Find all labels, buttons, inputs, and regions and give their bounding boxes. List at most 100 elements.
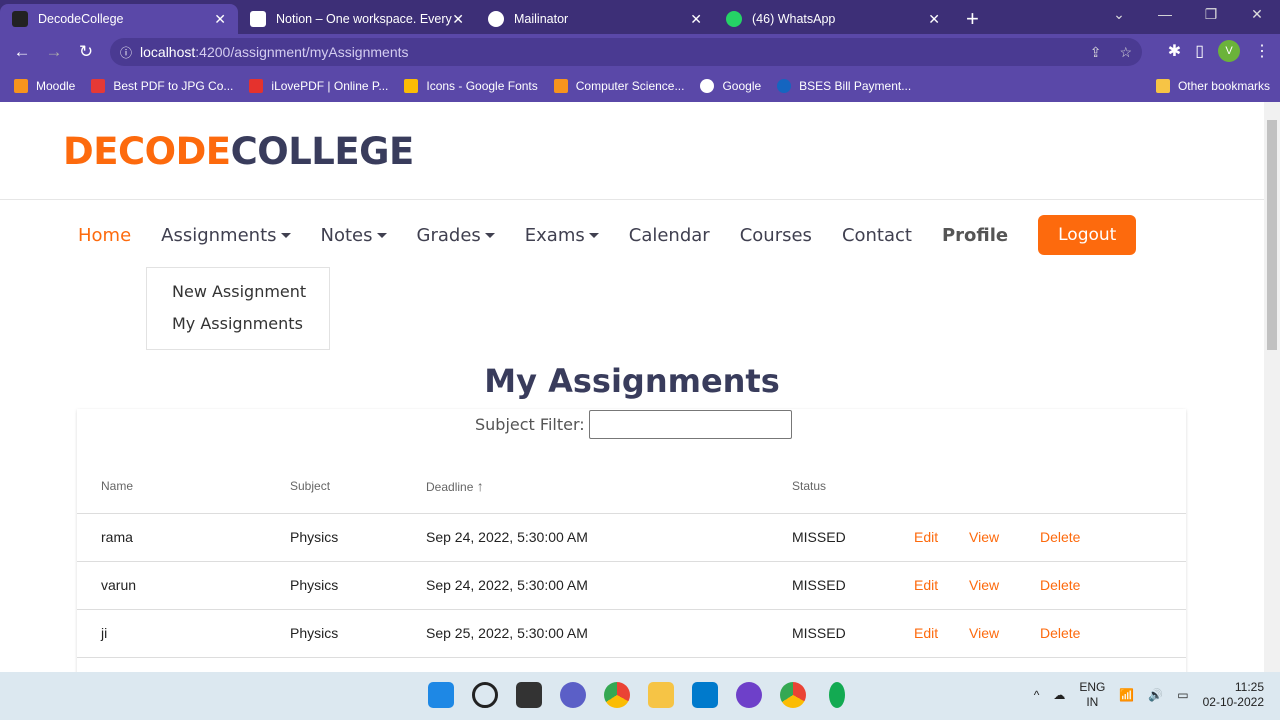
volume-icon[interactable]: 🔊 xyxy=(1148,688,1163,702)
filter-label: Subject Filter: xyxy=(475,415,585,434)
mongodb-compass-icon[interactable] xyxy=(829,682,845,708)
close-icon[interactable]: ✕ xyxy=(690,11,702,28)
site-logo[interactable]: DECODECOLLEGE xyxy=(63,130,414,173)
menu-icon[interactable]: ⋮ xyxy=(1254,41,1270,61)
close-icon[interactable]: ✕ xyxy=(452,11,464,28)
tab-decodecollege[interactable]: DecodeCollege ✕ xyxy=(0,4,238,34)
onedrive-icon[interactable]: ☁ xyxy=(1053,688,1065,702)
address-bar[interactable]: ⓘ localhost:4200/assignment/myAssignment… xyxy=(110,38,1142,66)
github-desktop-icon[interactable] xyxy=(736,682,762,708)
edit-link[interactable]: Edit xyxy=(914,609,969,658)
bookmark-star-icon[interactable]: ☆ xyxy=(1119,44,1132,61)
language-indicator[interactable]: ENG IN xyxy=(1079,680,1105,710)
caret-down-icon xyxy=(484,233,495,238)
tab-notion[interactable]: Notion – One workspace. Every t ✕ xyxy=(238,4,476,34)
back-button[interactable]: ← xyxy=(6,42,38,62)
logout-button[interactable]: Logout xyxy=(1038,215,1137,255)
tab-search-icon[interactable]: ⌄ xyxy=(1096,6,1142,23)
bookmarks-bar: Moodle Best PDF to JPG Co... iLovePDF | … xyxy=(0,70,1280,102)
delete-link[interactable]: Delete xyxy=(1040,609,1186,658)
tab-whatsapp[interactable]: (46) WhatsApp ✕ xyxy=(714,4,952,34)
cell-deadline: Sep 24, 2022, 5:30:00 AM xyxy=(426,513,792,562)
nav-calendar[interactable]: Calendar xyxy=(629,225,710,246)
cell-deadline: Sep 25, 2022, 5:30:00 AM xyxy=(426,609,792,658)
header-divider xyxy=(0,199,1264,200)
nav-profile[interactable]: Profile xyxy=(942,225,1008,246)
view-link[interactable]: View xyxy=(969,513,1040,562)
dropdown-my-assignments[interactable]: My Assignments xyxy=(172,314,329,346)
nav-home[interactable]: Home xyxy=(78,225,131,246)
other-bookmarks[interactable]: Other bookmarks xyxy=(1155,79,1270,93)
forward-button[interactable]: → xyxy=(38,42,70,62)
chrome-profile-icon[interactable] xyxy=(780,682,806,708)
column-header-status[interactable]: Status xyxy=(792,459,914,514)
chevron-up-icon[interactable]: ^ xyxy=(1034,688,1040,702)
profile-avatar[interactable]: V xyxy=(1218,40,1240,62)
edit-link[interactable]: Edit xyxy=(914,561,969,610)
browser-toolbar: ← → ↻ ⓘ localhost:4200/assignment/myAssi… xyxy=(0,34,1280,70)
bookmark-bses[interactable]: BSES Bill Payment... xyxy=(777,79,911,93)
table-row: ji Physics Sep 25, 2022, 5:30:00 AM MISS… xyxy=(77,609,1186,658)
teams-chat-icon[interactable] xyxy=(560,682,586,708)
clock[interactable]: 11:25 02-10-2022 xyxy=(1203,680,1264,710)
nav-grades[interactable]: Grades xyxy=(417,225,495,246)
arrow-up-icon: ↑ xyxy=(476,477,484,494)
nav-exams[interactable]: Exams xyxy=(525,225,599,246)
cell-name: varun xyxy=(77,561,290,610)
cell-subject: Physics xyxy=(290,561,426,610)
restore-button[interactable]: ❐ xyxy=(1188,6,1234,23)
page-scrollbar[interactable] xyxy=(1264,102,1280,672)
nav-contact[interactable]: Contact xyxy=(842,225,912,246)
bookmark-google-fonts[interactable]: Icons - Google Fonts xyxy=(404,79,538,93)
battery-icon[interactable]: ▭ xyxy=(1177,688,1188,702)
delete-link[interactable]: Delete xyxy=(1040,513,1186,562)
view-link[interactable]: View xyxy=(969,561,1040,610)
new-tab-button[interactable]: + xyxy=(966,4,979,34)
bookmark-computer-science[interactable]: Computer Science... xyxy=(553,79,684,93)
bookmark-ilovepdf[interactable]: iLovePDF | Online P... xyxy=(249,79,388,93)
column-header-deadline[interactable]: Deadline ↑ xyxy=(426,459,792,514)
chrome-icon[interactable] xyxy=(604,682,630,708)
minimize-button[interactable]: — xyxy=(1142,6,1188,23)
scrollbar-thumb[interactable] xyxy=(1267,120,1277,350)
search-icon[interactable] xyxy=(472,682,498,708)
caret-down-icon xyxy=(588,233,599,238)
windows-taskbar: ^ ☁ ENG IN 📶 🔊 ▭ 11:25 02-10-2022 xyxy=(0,672,1280,720)
column-header-subject[interactable]: Subject xyxy=(290,459,426,514)
column-header-name[interactable]: Name xyxy=(77,459,290,514)
decodecollege-favicon xyxy=(12,11,28,27)
tab-mailinator[interactable]: Mailinator ✕ xyxy=(476,4,714,34)
edit-link[interactable]: Edit xyxy=(914,513,969,562)
wifi-icon[interactable]: 📶 xyxy=(1119,688,1134,702)
start-icon[interactable] xyxy=(428,682,454,708)
nav-courses[interactable]: Courses xyxy=(740,225,812,246)
nav-assignments[interactable]: Assignments xyxy=(161,225,291,246)
url-host: localhost xyxy=(140,44,196,60)
vscode-icon[interactable] xyxy=(692,682,718,708)
nav-notes[interactable]: Notes xyxy=(321,225,387,246)
notion-icon xyxy=(250,11,266,27)
cell-name: ji xyxy=(77,609,290,658)
subject-filter: Subject Filter: xyxy=(475,410,792,439)
share-icon[interactable]: ⇪ xyxy=(1090,44,1102,61)
close-icon[interactable]: ✕ xyxy=(928,11,940,28)
bookmark-pdf-to-jpg[interactable]: Best PDF to JPG Co... xyxy=(91,79,233,93)
delete-link[interactable]: Delete xyxy=(1040,561,1186,610)
file-explorer-icon[interactable] xyxy=(648,682,674,708)
side-panel-icon[interactable]: ▯ xyxy=(1195,41,1204,61)
extensions-icon[interactable]: ✱ xyxy=(1168,41,1181,61)
bookmark-moodle[interactable]: Moodle xyxy=(14,79,75,93)
main-nav: Home Assignments Notes Grades Exams Cale… xyxy=(63,215,1151,255)
dropdown-new-assignment[interactable]: New Assignment xyxy=(172,282,329,314)
url-path: :4200/assignment/myAssignments xyxy=(195,44,409,60)
reload-button[interactable]: ↻ xyxy=(70,42,102,62)
tab-title: (46) WhatsApp xyxy=(752,12,836,26)
subject-filter-input[interactable] xyxy=(588,410,792,439)
cell-status: MISSED xyxy=(792,609,914,658)
close-icon[interactable]: ✕ xyxy=(214,11,226,28)
caret-down-icon xyxy=(376,233,387,238)
bookmark-google[interactable]: Google xyxy=(700,79,761,93)
close-window-button[interactable]: ✕ xyxy=(1234,6,1280,23)
task-view-icon[interactable] xyxy=(516,682,542,708)
view-link[interactable]: View xyxy=(969,609,1040,658)
